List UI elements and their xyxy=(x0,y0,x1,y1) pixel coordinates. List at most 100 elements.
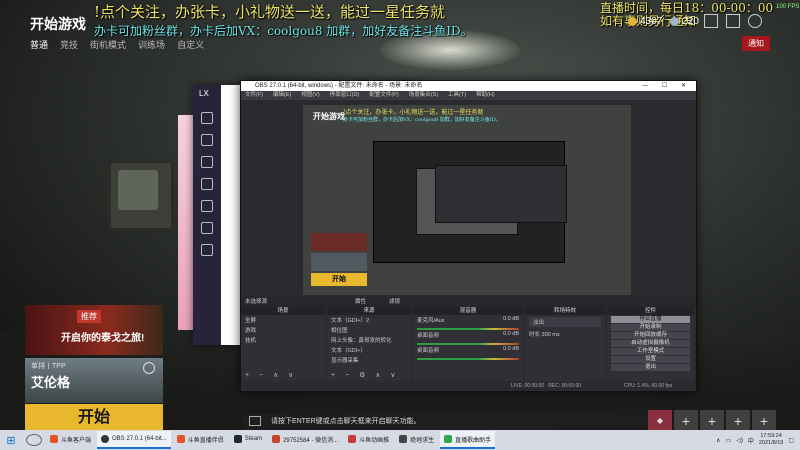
mode-tab-custom[interactable]: 自定义 xyxy=(177,38,204,51)
friends-list-button[interactable]: + xyxy=(752,410,776,430)
transition-select[interactable]: 淡出 xyxy=(529,317,601,327)
obs-window[interactable]: OBS 27.0.1 (64-bit, windows) - 配置文件: 未命名… xyxy=(240,80,697,392)
video-icon[interactable] xyxy=(201,156,213,168)
top-icons xyxy=(704,14,762,28)
mixer-header: 混音器 xyxy=(413,307,523,315)
menu-file[interactable]: 文件(F) xyxy=(245,91,263,100)
tray-chevron-icon[interactable]: ∧ xyxy=(716,437,720,444)
obs-preview[interactable]: 开始游戏 !点个关注，办张卡，小礼物送一送，能过一星任务就 办卡可加粉丝群，办卡… xyxy=(303,105,631,295)
mode-tab-ranked[interactable]: 竞技 xyxy=(60,38,78,51)
recommend-card[interactable]: 推荐 开启你的泰戈之旅! xyxy=(25,305,163,355)
controls-header: 控件 xyxy=(607,307,694,315)
search-icon[interactable] xyxy=(26,434,42,446)
taskbar-app-pubg[interactable]: 绝地求生 xyxy=(395,431,438,449)
settings-gear-icon[interactable] xyxy=(748,14,762,28)
menu-docks[interactable]: 停靠窗口(D) xyxy=(330,91,360,100)
map-mode: 单排丨TPP xyxy=(31,363,66,370)
scene-item[interactable]: 全屏 xyxy=(241,315,325,325)
scene-item[interactable]: 挂机 xyxy=(241,335,325,345)
transitions-dock: 转场特效 淡出 时长 300 ms xyxy=(525,307,605,381)
map-card[interactable]: 单排丨TPP 艾伦格 xyxy=(25,358,163,403)
taskbar-app-douyu-anim[interactable]: 斗鱼动画推 xyxy=(344,431,393,449)
scene-controls[interactable]: + − ∧ ∨ xyxy=(245,371,297,379)
menu-edit[interactable]: 编辑(E) xyxy=(273,91,291,100)
properties-button[interactable]: 属性 xyxy=(355,297,366,307)
settings-icon[interactable] xyxy=(201,244,213,256)
cpu-status: CPU: 1.4%, 60.00 fps xyxy=(624,383,673,389)
home-icon[interactable] xyxy=(201,134,213,146)
taskbar-app-steam[interactable]: Steam xyxy=(230,431,266,449)
no-source-selected: 未选择源 xyxy=(245,299,268,305)
recommend-badge: 推荐 xyxy=(77,310,101,323)
obs-title-text: OBS 27.0.1 (64-bit, windows) - 配置文件: 未命名… xyxy=(255,83,423,89)
clock-time: 17:59:24 xyxy=(760,433,782,439)
mixer-channel-name: 麦克风/Aux 0.0 dB xyxy=(417,316,519,324)
taskbar-app-douyu-companion[interactable]: 斗鱼直播伴侣 xyxy=(173,431,228,449)
filters-button[interactable]: 滤镜 xyxy=(389,297,400,307)
chart-icon[interactable] xyxy=(201,178,213,190)
ticket-icon xyxy=(670,16,680,26)
transition-duration[interactable]: 时长 300 ms xyxy=(525,329,605,339)
windows-start-icon[interactable]: ⊞ xyxy=(0,434,22,447)
taskbar-app-wechat[interactable]: 29752584 - 微信消... xyxy=(268,431,342,449)
add-party-slot[interactable]: + xyxy=(700,410,724,430)
preview-map-card xyxy=(311,253,367,271)
heart-icon[interactable] xyxy=(201,200,213,212)
window-controls[interactable]: — ☐ ✕ xyxy=(642,81,692,91)
chat-box[interactable]: 请按下ENTER键或点击聊天框来开启聊天功能。 xyxy=(243,414,648,430)
controls-dock: 控件 停止直播 开始录制 开始回放缓存 启动虚拟摄像机 工作室模式 设置 退出 xyxy=(607,307,694,381)
menu-tools[interactable]: 工具(T) xyxy=(448,91,466,100)
transitions-header: 转场特效 xyxy=(525,307,605,315)
mode-tab-arcade[interactable]: 街机模式 xyxy=(90,38,126,51)
replay-buffer-button[interactable]: 开始回放缓存 xyxy=(611,332,690,339)
stop-streaming-button[interactable]: 停止直播 xyxy=(611,316,690,323)
source-item[interactable]: 文本（GDI+）2 xyxy=(327,315,411,325)
source-item[interactable]: 网上头像：鑫哥发的转化 xyxy=(327,335,411,345)
settings-button[interactable]: 设置 xyxy=(611,356,690,363)
preview-start-button: 开始 xyxy=(311,273,367,286)
preview-nested-obs xyxy=(435,165,567,223)
start-game-button[interactable]: 开始 xyxy=(25,404,163,430)
notice-button[interactable]: 通知 xyxy=(742,36,770,51)
player-avatar[interactable]: ◆ xyxy=(648,410,672,430)
exit-button[interactable]: 退出 xyxy=(611,364,690,371)
party-slots: ◆ + + + + xyxy=(648,410,776,430)
menu-help[interactable]: 帮助(H) xyxy=(476,91,495,100)
friends-icon[interactable] xyxy=(726,14,740,28)
network-icon[interactable]: ▭ xyxy=(726,437,732,444)
taskbar-app-obs[interactable]: OBS 27.0.1 (64-bit... xyxy=(97,431,171,449)
preview-recommend-card xyxy=(311,233,367,251)
source-item[interactable]: 相位图 xyxy=(327,325,411,335)
download-icon[interactable] xyxy=(201,222,213,234)
studio-mode-button[interactable]: 工作室模式 xyxy=(611,348,690,355)
add-party-slot[interactable]: + xyxy=(674,410,698,430)
volume-icon[interactable]: ◁) xyxy=(736,437,743,444)
map-name: 艾伦格 xyxy=(31,375,71,390)
stream-overlay-line1: !点个关注，办张卡，小礼物送一送，能过一星任务就 xyxy=(94,3,446,21)
virtual-camera-button[interactable]: 启动虚拟摄像机 xyxy=(611,340,690,347)
source-item[interactable]: 显示器采集 xyxy=(327,355,411,365)
menu-profile[interactable]: 配置文件(P) xyxy=(369,91,398,100)
menu-scene-collection[interactable]: 场景集合(S) xyxy=(409,91,438,100)
input-language[interactable]: 中 xyxy=(748,436,754,445)
search-icon[interactable] xyxy=(201,112,213,124)
start-recording-button[interactable]: 开始录制 xyxy=(611,324,690,331)
taskbar-app-douyu[interactable]: 斗鱼客户端 xyxy=(46,431,95,449)
mode-tab-normal[interactable]: 普通 xyxy=(30,38,48,51)
menu-view[interactable]: 视图(V) xyxy=(301,91,319,100)
add-party-slot[interactable]: + xyxy=(726,410,750,430)
scene-item[interactable]: 游戏 xyxy=(241,325,325,335)
notifications-icon[interactable]: ▢ xyxy=(788,437,794,444)
scenes-header: 场景 xyxy=(241,307,325,315)
mixer-channel-name: 桌面音频 0.0 dB xyxy=(417,331,519,339)
source-item[interactable]: 文本（GDI+） xyxy=(327,345,411,355)
taskbar-app-music-assistant[interactable]: 直播歌曲助手 xyxy=(440,431,496,449)
mode-tab-training[interactable]: 训练场 xyxy=(138,38,165,51)
source-controls[interactable]: + − ⚙ ∧ ∨ xyxy=(331,371,399,379)
sources-dock: 来源 文本（GDI+）2 相位图 网上头像：鑫哥发的转化 文本（GDI+） 显示… xyxy=(327,307,411,381)
coin-icon xyxy=(628,16,637,26)
mail-icon[interactable] xyxy=(704,14,718,28)
ticket-count: 220 xyxy=(670,16,699,27)
gear-icon[interactable] xyxy=(143,362,155,374)
system-clock[interactable]: 17:59:24 2021/8/19 xyxy=(759,433,783,447)
